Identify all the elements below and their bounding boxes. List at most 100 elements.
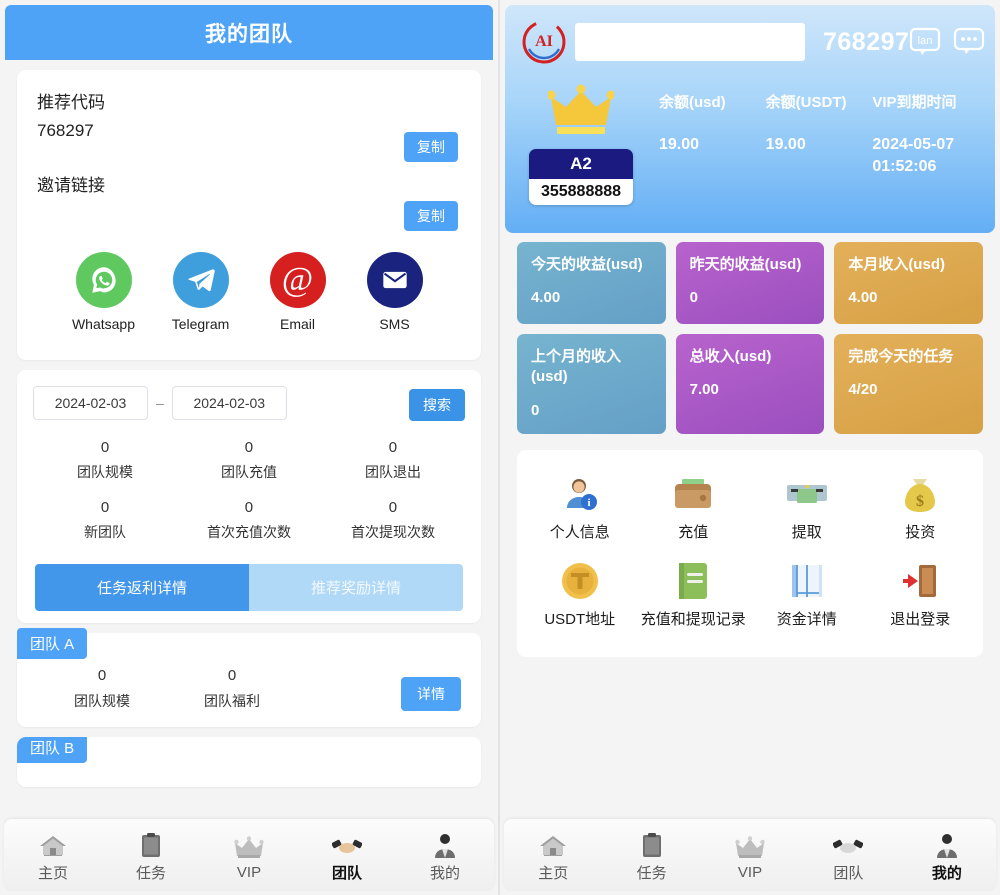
nav-label: VIP — [737, 863, 763, 881]
menu-item-transaction-records[interactable]: 充值和提现记录 — [637, 551, 751, 638]
balance-usdt: 余额(USDT) 19.00 — [766, 91, 873, 205]
clipboard-icon — [641, 828, 663, 858]
kpi-total-income[interactable]: 总收入(usd) 7.00 — [675, 334, 825, 434]
telegram-icon — [172, 252, 229, 308]
chat-icon[interactable] — [953, 27, 985, 57]
crown-icon — [234, 830, 264, 860]
team-stat-cell: 0 团队规模 — [37, 667, 167, 711]
nav-item-tasks[interactable]: 任务 — [602, 828, 700, 883]
share-email[interactable]: @ Email — [252, 252, 344, 332]
nav-label: 我的 — [931, 864, 962, 882]
user-info-icon: i — [560, 472, 600, 516]
invite-link-value — [37, 196, 461, 218]
menu-item-usdt-address[interactable]: USDT地址 — [523, 551, 637, 638]
kpi-title: 上个月的收入(usd) — [531, 348, 622, 386]
nav-item-home[interactable]: 主页 — [504, 828, 602, 883]
right-panel-profile: AI 768297 lan A2 355888888 余额(usd) 19.00… — [500, 0, 1000, 895]
share-label: SMS — [379, 316, 410, 332]
handshake-icon — [332, 828, 362, 858]
share-whatsapp[interactable]: Whatsapp — [58, 252, 150, 332]
menu-label: 充值 — [678, 524, 709, 541]
menu-item-withdraw[interactable]: 提取 — [750, 464, 864, 551]
kpi-title: 本月收入(usd) — [848, 256, 945, 273]
money-bag-icon: $ — [901, 472, 939, 516]
kpi-value: 4.00 — [531, 289, 561, 307]
nav-item-mine[interactable]: 我的 — [898, 828, 996, 883]
copy-link-button[interactable]: 复制 — [404, 201, 458, 231]
nav-item-vip[interactable]: VIP — [701, 830, 799, 881]
nav-label: 任务 — [135, 864, 166, 882]
stat-cell: 0 首次充值次数 — [177, 492, 321, 552]
header-icon-group: lan — [909, 27, 985, 57]
search-input[interactable] — [575, 23, 805, 61]
tab-referral-reward[interactable]: 推荐奖励详情 — [249, 564, 463, 611]
vip-block: A2 355888888 — [521, 79, 641, 205]
nav-label: 任务 — [636, 864, 667, 882]
referral-code-label: 推荐代码 — [37, 93, 105, 112]
svg-text:AI: AI — [535, 33, 553, 50]
stat-value: 0 — [244, 499, 254, 516]
team-badge: 团队 B — [17, 737, 88, 763]
kpi-grid: 今天的收益(usd) 4.00 昨天的收益(usd) 0 本月收入(usd) 4… — [512, 242, 988, 444]
menu-item-personal-info[interactable]: i 个人信息 — [523, 464, 637, 551]
kpi-today-tasks[interactable]: 完成今天的任务 4/20 — [834, 334, 983, 434]
team-stats-grid: 0 团队规模 0 团队充值 0 团队退出 0 新团队 0 首次充值次数 0 首次… — [33, 432, 465, 552]
nav-item-home[interactable]: 主页 — [4, 828, 102, 883]
kpi-yesterday-earnings[interactable]: 昨天的收益(usd) 0 — [675, 242, 825, 324]
nav-label: 团队 — [833, 864, 864, 882]
kpi-last-month-income[interactable]: 上个月的收入(usd) 0 — [517, 334, 666, 434]
kpi-value: 4.00 — [848, 289, 878, 307]
team-stat-value: 0 — [97, 667, 107, 684]
stat-cell: 0 团队退出 — [321, 432, 465, 492]
date-to-input[interactable] — [171, 386, 287, 420]
copy-code-button[interactable]: 复制 — [404, 132, 458, 162]
kpi-title: 昨天的收益(usd) — [689, 256, 802, 273]
kpi-month-income[interactable]: 本月收入(usd) 4.00 — [834, 242, 983, 324]
menu-row-2: USDT地址 充值和提现记录 资金详情 退出登录 — [523, 551, 977, 638]
nav-label: VIP — [236, 863, 262, 881]
clipboard-icon — [140, 828, 162, 858]
team-a-stats: 0 团队规模 0 团队福利 — [37, 667, 461, 711]
stat-value: 0 — [100, 499, 110, 516]
team-stat-value: 0 — [227, 667, 237, 684]
kpi-today-earnings[interactable]: 今天的收益(usd) 4.00 — [517, 242, 666, 324]
vip-badge: A2 355888888 — [529, 149, 633, 205]
profile-header-top: AI 768297 lan — [521, 19, 985, 65]
stat-value: 0 — [388, 439, 398, 456]
date-from-input[interactable] — [33, 386, 148, 420]
crown-icon — [735, 830, 765, 860]
svg-text:i: i — [587, 497, 590, 509]
team-a-detail-button[interactable]: 详情 — [401, 677, 461, 711]
menu-item-invest[interactable]: $ 投资 — [864, 464, 978, 551]
menu-item-logout[interactable]: 退出登录 — [864, 551, 978, 638]
search-button[interactable]: 搜索 — [409, 389, 465, 421]
detail-tabs: 任务返利详情 推荐奖励详情 — [35, 564, 463, 611]
menu-item-fund-details[interactable]: 资金详情 — [750, 551, 864, 638]
email-icon: @ — [269, 252, 326, 308]
stat-value: 0 — [100, 439, 110, 456]
svg-text:$: $ — [916, 493, 924, 510]
share-telegram[interactable]: Telegram — [155, 252, 247, 332]
lan-icon[interactable]: lan — [909, 27, 941, 57]
left-page-header: 我的团队 — [5, 5, 493, 60]
menu-item-recharge[interactable]: 充值 — [637, 464, 751, 551]
menu-label: 充值和提现记录 — [640, 610, 746, 628]
usdt-coin-icon — [560, 559, 600, 603]
profile-header: AI 768297 lan A2 355888888 余额(usd) 19.00… — [505, 5, 995, 233]
nav-item-team[interactable]: 团队 — [799, 828, 897, 883]
menu-label: 提取 — [791, 524, 822, 541]
nav-item-mine[interactable]: 我的 — [396, 828, 494, 883]
nav-item-team[interactable]: 团队 — [298, 828, 396, 883]
menu-card: i 个人信息 充值 提取 $ 投资 USDT地址 充值和提现记录 资金详情 退出… — [517, 450, 983, 657]
nav-item-tasks[interactable]: 任务 — [102, 828, 200, 883]
share-sms[interactable]: SMS — [349, 252, 441, 332]
kpi-value: 0 — [689, 289, 698, 307]
kpi-value: 4/20 — [848, 381, 878, 399]
left-bottom-nav: 主页 任务 VIP 团队 我的 — [4, 819, 494, 891]
share-row: Whatsapp Telegram @ Email SMS — [37, 218, 461, 348]
logout-icon — [901, 559, 939, 603]
right-bottom-nav: 主页 任务 VIP 团队 我的 — [504, 819, 996, 891]
team-card-b: 团队 B — [17, 737, 481, 787]
nav-item-vip[interactable]: VIP — [200, 830, 298, 881]
tab-task-rebate[interactable]: 任务返利详情 — [35, 564, 249, 611]
